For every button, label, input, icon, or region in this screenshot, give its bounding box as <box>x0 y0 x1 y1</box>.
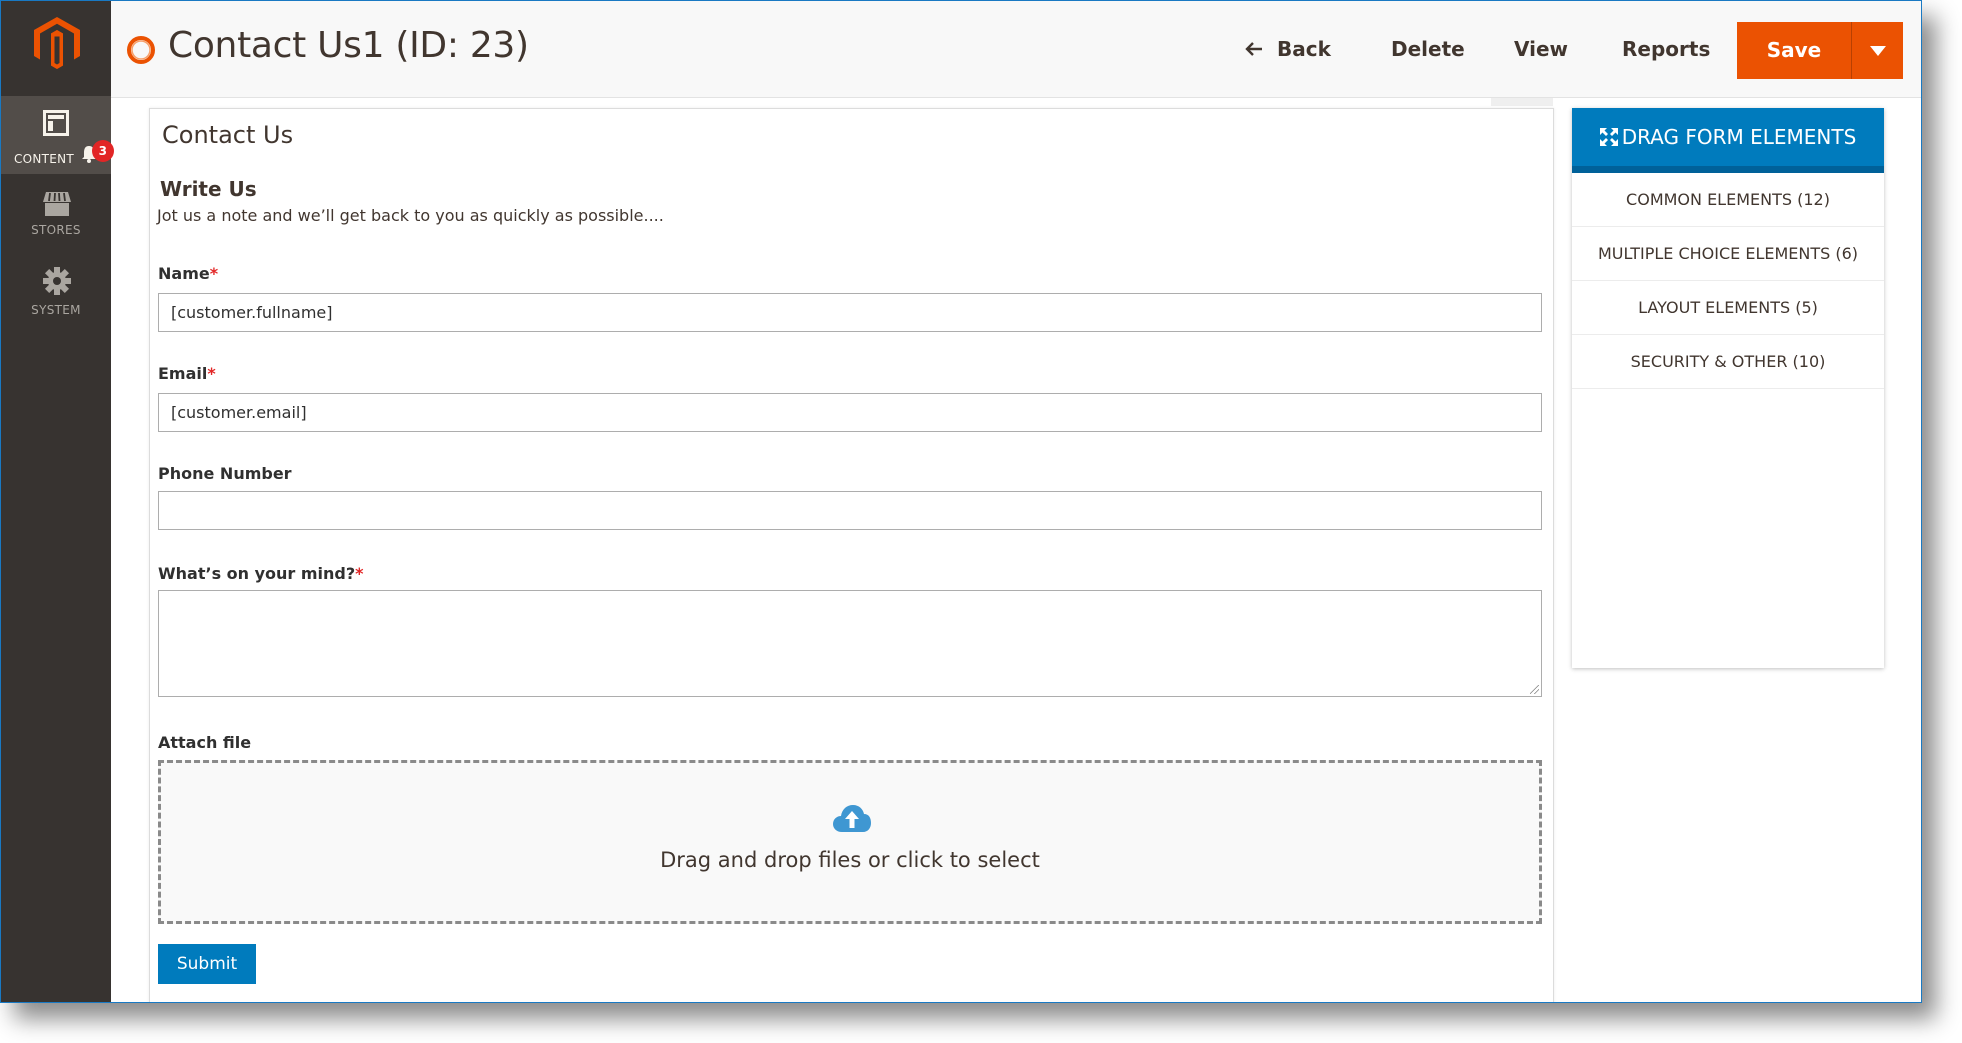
sidebar-item-stores-label: STORES <box>31 223 81 237</box>
security-other-item[interactable]: SECURITY & OTHER (10) <box>1572 335 1884 389</box>
phone-input[interactable] <box>158 491 1542 530</box>
notification-badge: 3 <box>92 140 114 162</box>
file-dropzone[interactable]: Drag and drop files or click to select <box>158 760 1542 924</box>
back-button[interactable]: Back <box>1245 37 1331 61</box>
save-button[interactable]: Save <box>1737 22 1851 79</box>
back-label: Back <box>1277 37 1331 61</box>
email-label: Email* <box>158 364 216 383</box>
reports-button[interactable]: Reports <box>1622 37 1710 61</box>
store-icon <box>43 192 71 216</box>
layout-elements-item[interactable]: LAYOUT ELEMENTS (5) <box>1572 281 1884 335</box>
expand-arrows-icon <box>1599 128 1618 146</box>
message-textarea[interactable] <box>158 590 1542 697</box>
save-options-dropdown[interactable] <box>1851 22 1903 79</box>
name-label: Name* <box>158 264 219 283</box>
card-title: Contact Us <box>162 121 294 149</box>
required-asterisk: * <box>209 264 219 283</box>
page-title: Contact Us1 (ID: 23) <box>168 25 529 66</box>
sidebar-item-content[interactable]: CONTENT 3 <box>1 96 114 174</box>
dropzone-text: Drag and drop files or click to select <box>660 848 1040 872</box>
panel-header-label: DRAG FORM ELEMENTS <box>1621 125 1857 149</box>
common-elements-item[interactable]: COMMON ELEMENTS (12) <box>1572 173 1884 227</box>
cloud-upload-icon <box>833 805 871 832</box>
page-header: Contact Us1 (ID: 23) Back Delete View Re… <box>111 1 1921 98</box>
sidebar-item-stores[interactable]: STORES <box>1 181 111 251</box>
submit-button[interactable]: Submit <box>158 944 256 984</box>
attach-file-label: Attach file <box>158 733 252 752</box>
email-input[interactable] <box>158 393 1542 432</box>
section-description: Jot us a note and we’ll get back to you … <box>157 206 664 225</box>
required-asterisk: * <box>207 364 216 383</box>
phone-label: Phone Number <box>158 464 292 483</box>
loading-ring-icon <box>127 36 155 64</box>
name-input[interactable] <box>158 293 1542 332</box>
required-asterisk: * <box>355 564 364 583</box>
section-title: Write Us <box>160 177 257 201</box>
caret-down-icon <box>1870 46 1886 56</box>
delete-button[interactable]: Delete <box>1391 37 1465 61</box>
admin-sidebar: CONTENT 3 STORES SYSTEM <box>1 1 114 1002</box>
form-elements-panel: DRAG FORM ELEMENTS COMMON ELEMENTS (12) … <box>1572 108 1884 668</box>
resize-handle[interactable] <box>1530 685 1539 694</box>
magento-logo[interactable] <box>34 17 80 69</box>
sidebar-item-system-label: SYSTEM <box>31 303 81 317</box>
arrow-left-icon <box>1245 42 1262 56</box>
multiple-choice-elements-item[interactable]: MULTIPLE CHOICE ELEMENTS (6) <box>1572 227 1884 281</box>
header-divider-strip <box>1491 98 1553 106</box>
app-window: CONTENT 3 STORES SYSTEM Contact Us1 (ID:… <box>0 0 1922 1003</box>
form-preview-card: Contact Us Write Us Jot us a note and we… <box>149 108 1554 1002</box>
message-label: What’s on your mind?* <box>158 564 364 583</box>
gear-icon <box>43 267 71 295</box>
view-button[interactable]: View <box>1514 37 1568 61</box>
drag-form-elements-header[interactable]: DRAG FORM ELEMENTS <box>1572 108 1884 173</box>
content-layout-icon <box>43 110 69 136</box>
sidebar-item-system[interactable]: SYSTEM <box>1 259 111 329</box>
